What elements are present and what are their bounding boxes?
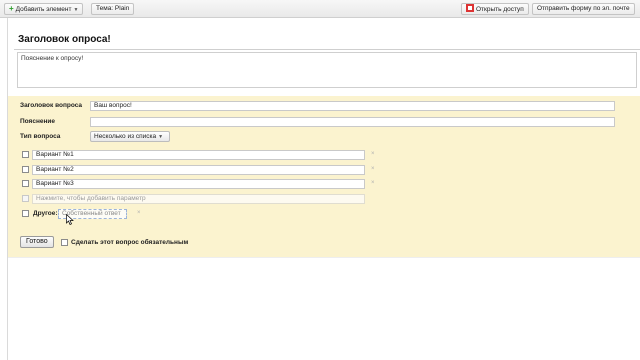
remove-other-icon[interactable]: × bbox=[137, 210, 141, 216]
form-description-field[interactable]: Пояснение к опросу! bbox=[17, 52, 637, 88]
toolbar: + Добавить элемент ▼ Тема: Plain Открыть д… bbox=[0, 0, 640, 18]
question-type-value: Несколько из списка bbox=[94, 133, 157, 140]
add-element-button[interactable]: + Добавить элемент ▼ bbox=[4, 3, 84, 15]
option-input-2[interactable]: Вариант №2 bbox=[32, 165, 365, 175]
theme-label: Тема: Plain bbox=[96, 5, 130, 12]
mouse-pointer-icon bbox=[66, 214, 74, 225]
question-type-select[interactable]: Несколько из списка ▼ bbox=[90, 131, 170, 142]
done-button[interactable]: Готово bbox=[20, 236, 54, 248]
option-checkbox[interactable] bbox=[22, 151, 29, 158]
required-checkbox[interactable] bbox=[61, 239, 68, 246]
open-access-button[interactable]: Открыть доступ bbox=[461, 3, 529, 15]
add-element-label: Добавить элемент bbox=[15, 6, 72, 13]
option-input-3[interactable]: Вариант №3 bbox=[32, 179, 365, 189]
question-hint-label: Пояснение bbox=[20, 118, 56, 125]
remove-option-icon[interactable]: × bbox=[371, 180, 375, 186]
option-checkbox[interactable] bbox=[22, 180, 29, 187]
option-checkbox[interactable] bbox=[22, 166, 29, 173]
question-type-label: Тип вопроса bbox=[20, 133, 61, 140]
form-header: Заголовок опроса! Пояснение к опросу! bbox=[14, 30, 640, 92]
option-input-1[interactable]: Вариант №1 bbox=[32, 150, 365, 160]
other-checkbox[interactable] bbox=[22, 210, 29, 217]
chevron-down-icon: ▼ bbox=[73, 7, 79, 13]
send-email-label: Отправить форму по эл. почте bbox=[537, 5, 630, 12]
required-label: Сделать этот вопрос обязательным bbox=[71, 239, 189, 246]
option-checkbox bbox=[22, 195, 29, 202]
question-title-label: Заголовок вопроса bbox=[20, 102, 83, 109]
remove-option-icon[interactable]: × bbox=[371, 151, 375, 157]
divider bbox=[8, 257, 640, 258]
share-icon bbox=[466, 4, 474, 12]
other-label: Другое: bbox=[33, 210, 58, 217]
plus-icon: + bbox=[9, 4, 14, 13]
question-title-input[interactable]: Ваш вопрос! bbox=[90, 101, 615, 111]
add-option-field[interactable]: Нажмите, чтобы добавить параметр bbox=[32, 194, 365, 204]
form-title[interactable]: Заголовок опроса! bbox=[18, 34, 111, 45]
divider bbox=[14, 49, 640, 50]
chevron-down-icon: ▼ bbox=[158, 134, 164, 140]
question-hint-input[interactable] bbox=[90, 117, 615, 127]
open-access-label: Открыть доступ bbox=[476, 6, 524, 13]
send-email-button[interactable]: Отправить форму по эл. почте bbox=[532, 3, 635, 15]
theme-button[interactable]: Тема: Plain bbox=[91, 3, 135, 15]
remove-option-icon[interactable]: × bbox=[371, 166, 375, 172]
